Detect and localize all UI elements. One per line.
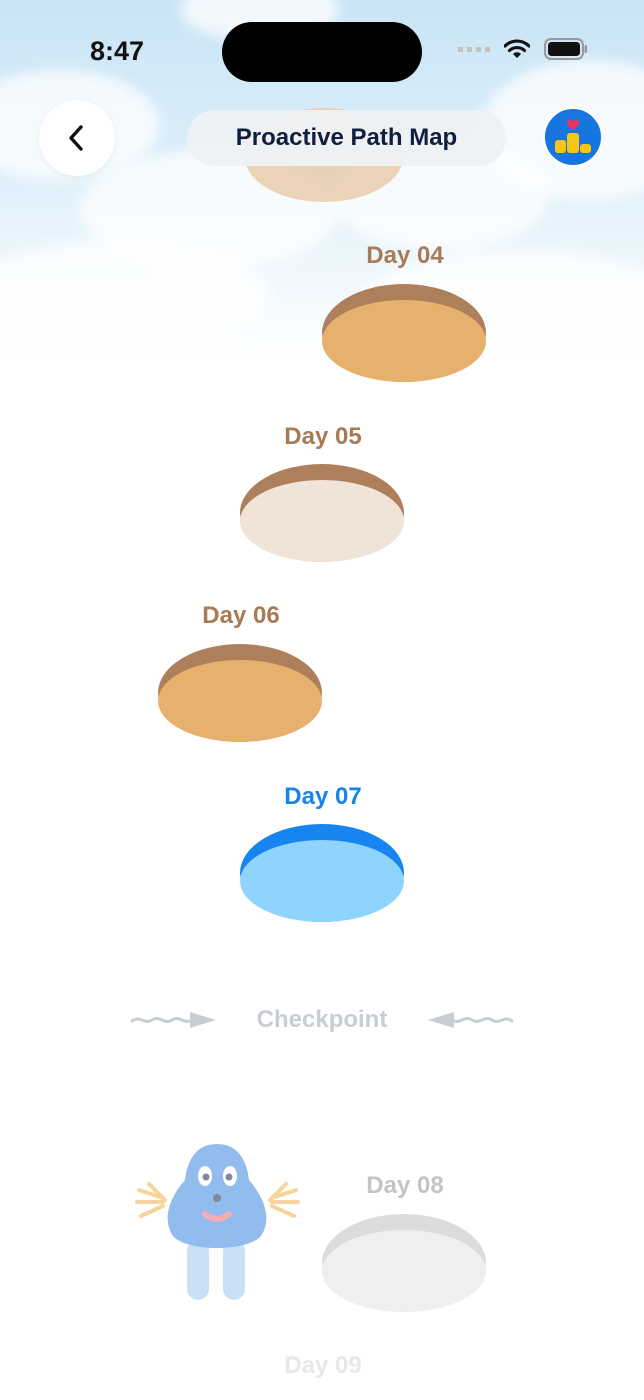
day-stone[interactable] [240, 464, 404, 562]
chevron-left-icon [69, 125, 83, 151]
checkpoint-label: Checkpoint [256, 1006, 388, 1033]
day-label: Day 05 [284, 423, 362, 450]
podium-heart-icon [555, 119, 591, 153]
dynamic-island [222, 22, 422, 82]
page-title: Proactive Path Map [187, 110, 506, 166]
wifi-icon [504, 39, 530, 58]
locked-day-stone [322, 1214, 486, 1312]
status-time: 8:47 [90, 36, 145, 66]
mascot-character [135, 1144, 300, 1300]
battery-icon [544, 38, 587, 60]
day-label: Day 08 [366, 1172, 444, 1199]
current-day-label: Day 07 [284, 783, 362, 810]
back-button[interactable] [39, 100, 115, 176]
checkpoint-divider: Checkpoint [130, 1000, 514, 1040]
day-stone[interactable] [322, 284, 486, 382]
status-icons [458, 38, 588, 60]
day-stone[interactable] [158, 644, 322, 742]
arrow-right-icon [130, 1012, 216, 1028]
signal-icon [458, 47, 490, 52]
current-day-stone[interactable] [240, 824, 404, 922]
arrow-left-icon [428, 1012, 514, 1028]
day-label: Day 09 [284, 1352, 362, 1379]
day-label: Day 06 [202, 602, 280, 629]
day-label: Day 04 [366, 242, 444, 269]
leaderboard-button[interactable] [543, 107, 603, 167]
